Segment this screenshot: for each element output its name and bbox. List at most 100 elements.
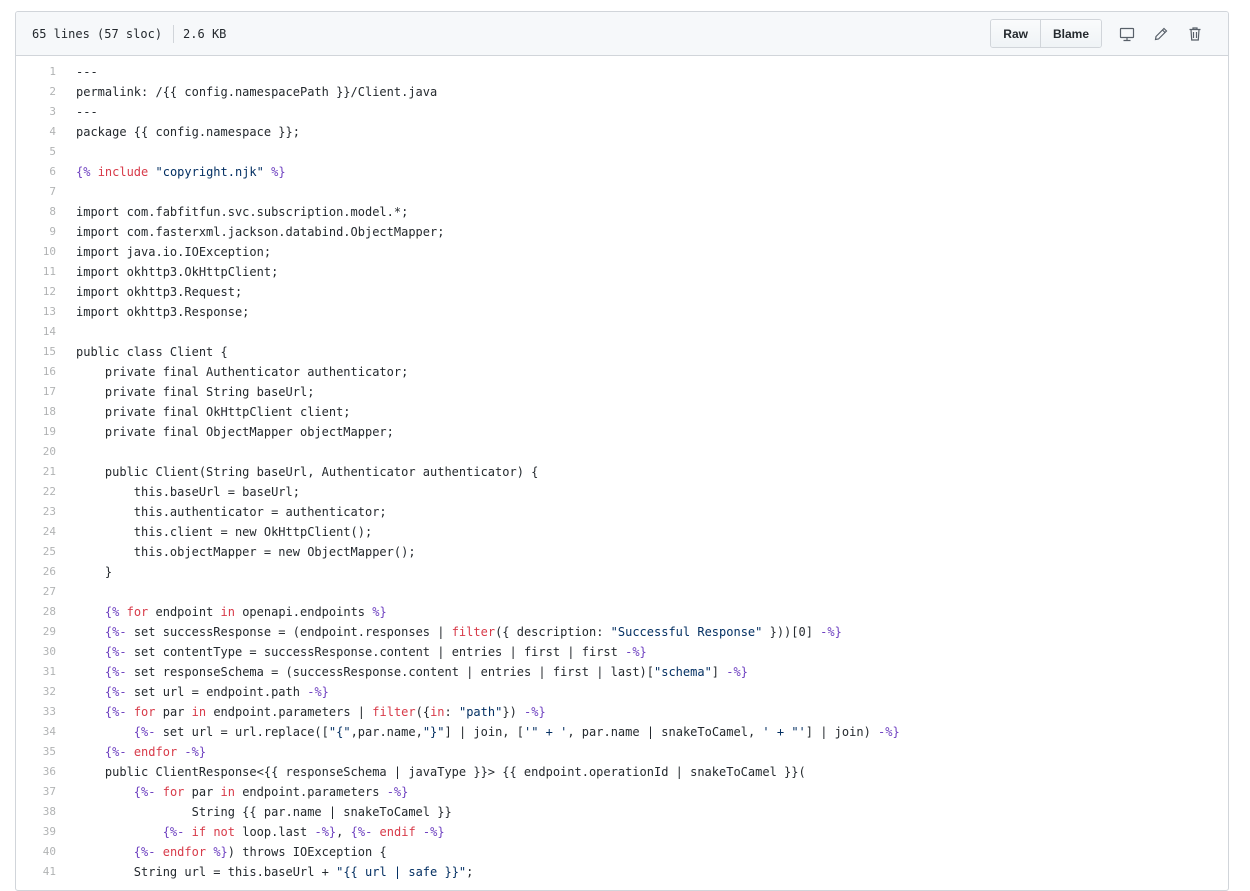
code-line: 14	[16, 322, 1228, 342]
line-number[interactable]: 23	[16, 502, 56, 522]
code-token: {%-	[104, 745, 127, 759]
code-line: 17 private final String baseUrl;	[16, 382, 1228, 402]
code-line: 25 this.objectMapper = new ObjectMapper(…	[16, 542, 1228, 562]
code-token: %}	[271, 165, 286, 179]
code-line: 36 public ClientResponse<{{ responseSche…	[16, 762, 1228, 782]
line-number[interactable]: 36	[16, 762, 56, 782]
line-number[interactable]: 8	[16, 202, 56, 222]
trash-icon[interactable]	[1178, 20, 1212, 48]
code-line: 30 {%- set contentType = successResponse…	[16, 642, 1228, 662]
line-code: public Client(String baseUrl, Authentica…	[56, 462, 538, 482]
code-line: 22 this.baseUrl = baseUrl;	[16, 482, 1228, 502]
line-number[interactable]: 26	[16, 562, 56, 582]
code-token: endpoint.parameters	[234, 785, 387, 799]
line-code: import okhttp3.OkHttpClient;	[56, 262, 278, 282]
code-token: include	[97, 165, 149, 179]
desktop-icon[interactable]	[1110, 20, 1144, 48]
blame-button[interactable]: Blame	[1039, 20, 1101, 47]
line-number[interactable]: 28	[16, 602, 56, 622]
code-token: -%}	[726, 665, 748, 679]
line-number[interactable]: 34	[16, 722, 56, 742]
code-body: 1 --- 2 permalink: /{{ config.namespacePath…	[16, 56, 1228, 882]
code-line: 33 {%- for par in endpoint.parameters | …	[16, 702, 1228, 722]
line-code: import com.fasterxml.jackson.databind.Ob…	[56, 222, 444, 242]
code-token: private final ObjectMapper objectMapper;	[76, 425, 394, 439]
line-number[interactable]: 35	[16, 742, 56, 762]
line-number[interactable]: 1	[16, 62, 56, 82]
code-token: filter	[372, 705, 416, 719]
line-code: private final OkHttpClient client;	[56, 402, 351, 422]
raw-button[interactable]: Raw	[991, 20, 1040, 47]
code-token: {%-	[104, 625, 127, 639]
line-number[interactable]: 38	[16, 802, 56, 822]
line-code: {%- for par in endpoint.parameters | fil…	[56, 702, 546, 722]
line-code: this.baseUrl = baseUrl;	[56, 482, 300, 502]
code-line: 24 this.client = new OkHttpClient();	[16, 522, 1228, 542]
code-token: %}	[372, 605, 387, 619]
line-number[interactable]: 25	[16, 542, 56, 562]
line-number[interactable]: 19	[16, 422, 56, 442]
line-number[interactable]: 2	[16, 82, 56, 102]
file-info: 65 lines (57 sloc) 2.6 KB	[32, 24, 226, 43]
code-token: private final String baseUrl;	[76, 385, 315, 399]
line-number[interactable]: 22	[16, 482, 56, 502]
line-number[interactable]: 27	[16, 582, 56, 602]
line-number[interactable]: 24	[16, 522, 56, 542]
line-number[interactable]: 15	[16, 342, 56, 362]
line-number[interactable]: 16	[16, 362, 56, 382]
code-token: openapi.endpoints	[234, 605, 373, 619]
line-code: String url = this.baseUrl + "{{ url | sa…	[56, 862, 474, 882]
line-number[interactable]: 11	[16, 262, 56, 282]
code-token: endfor	[162, 845, 207, 859]
line-number[interactable]: 18	[16, 402, 56, 422]
code-token: private final OkHttpClient client;	[76, 405, 351, 419]
line-number[interactable]: 10	[16, 242, 56, 262]
code-token: set url = url.replace([	[155, 725, 329, 739]
line-number[interactable]: 29	[16, 622, 56, 642]
code-token: for	[126, 605, 149, 619]
code-line: 7	[16, 182, 1228, 202]
line-number[interactable]: 12	[16, 282, 56, 302]
line-code: {% include "copyright.njk" %}	[56, 162, 286, 182]
line-number[interactable]: 14	[16, 322, 56, 342]
code-line: 15 public class Client {	[16, 342, 1228, 362]
line-number[interactable]: 40	[16, 842, 56, 862]
line-number[interactable]: 13	[16, 302, 56, 322]
line-number[interactable]: 5	[16, 142, 56, 162]
code-token: -%}	[625, 645, 647, 659]
line-number[interactable]: 7	[16, 182, 56, 202]
code-token: this.authenticator = authenticator;	[76, 505, 387, 519]
line-number[interactable]: 30	[16, 642, 56, 662]
line-code: {%- endfor %}) throws IOException {	[56, 842, 387, 862]
line-number[interactable]: 39	[16, 822, 56, 842]
line-number[interactable]: 17	[16, 382, 56, 402]
line-number[interactable]: 33	[16, 702, 56, 722]
line-code: private final String baseUrl;	[56, 382, 315, 402]
file-viewer: 65 lines (57 sloc) 2.6 KB Raw Blame 1 --…	[15, 11, 1229, 891]
line-code: {%- if not loop.last -%}, {%- endif -%}	[56, 822, 445, 842]
line-number[interactable]: 3	[16, 102, 56, 122]
line-number[interactable]: 20	[16, 442, 56, 462]
line-number[interactable]: 32	[16, 682, 56, 702]
line-number[interactable]: 31	[16, 662, 56, 682]
code-line: 3 ---	[16, 102, 1228, 122]
code-token: package {{ config.namespace }};	[76, 125, 300, 139]
line-number[interactable]: 9	[16, 222, 56, 242]
line-number[interactable]: 4	[16, 122, 56, 142]
line-number[interactable]: 37	[16, 782, 56, 802]
line-code: import okhttp3.Response;	[56, 302, 249, 322]
line-code: {%- set url = url.replace(["{",par.name,…	[56, 722, 900, 742]
pencil-icon[interactable]	[1144, 20, 1178, 48]
line-code: this.authenticator = authenticator;	[56, 502, 387, 522]
line-number[interactable]: 21	[16, 462, 56, 482]
code-token: public class Client {	[76, 345, 228, 359]
line-number[interactable]: 41	[16, 862, 56, 882]
line-code: this.objectMapper = new ObjectMapper();	[56, 542, 416, 562]
line-number[interactable]: 6	[16, 162, 56, 182]
